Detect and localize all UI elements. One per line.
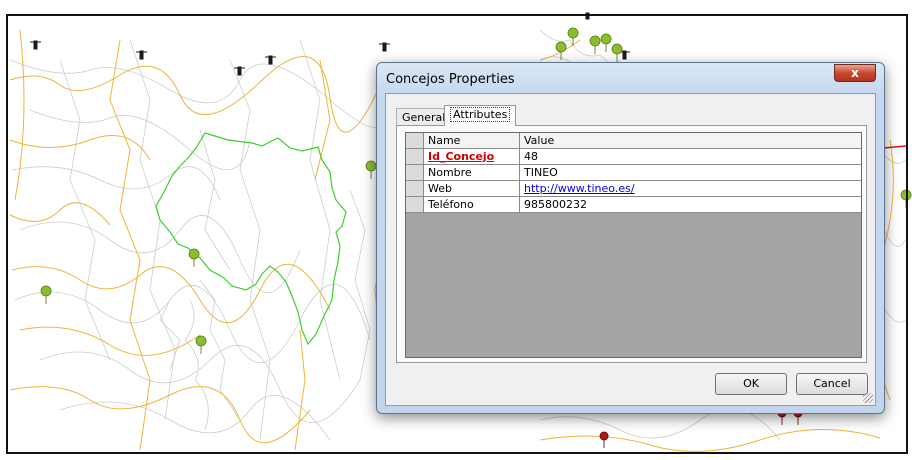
table-row[interactable]: Id_Concejo 48 — [406, 149, 861, 165]
properties-dialog: Concejos Properties x General Attributes… — [376, 62, 885, 414]
field-name: Teléfono — [424, 197, 520, 213]
column-header-value[interactable]: Value — [520, 133, 861, 149]
attributes-grid[interactable]: Name Value Id_Concejo 48 Nombre TINEO We… — [405, 132, 862, 358]
grid-header-row: Name Value — [406, 133, 861, 149]
dialog-titlebar[interactable]: Concejos Properties x — [377, 63, 884, 93]
field-value[interactable]: TINEO — [520, 165, 861, 181]
table-row[interactable]: Teléfono 985800232 — [406, 197, 861, 213]
field-value[interactable]: http://www.tineo.es/ — [520, 181, 861, 197]
table-row[interactable]: Web http://www.tineo.es/ — [406, 181, 861, 197]
resize-grip[interactable] — [863, 393, 873, 403]
row-selector[interactable] — [406, 149, 424, 165]
cancel-button[interactable]: Cancel — [796, 373, 868, 395]
row-selector[interactable] — [406, 165, 424, 181]
field-name: Nombre — [424, 165, 520, 181]
table-row[interactable]: Nombre TINEO — [406, 165, 861, 181]
tab-attributes[interactable]: Attributes — [444, 105, 517, 126]
row-selector[interactable] — [406, 197, 424, 213]
tab-attributes-label: Attributes — [450, 107, 511, 122]
field-value[interactable]: 48 — [520, 149, 861, 165]
close-icon: x — [851, 66, 859, 80]
field-name: Id_Concejo — [424, 149, 520, 165]
ok-button[interactable]: OK — [715, 373, 787, 395]
field-name: Web — [424, 181, 520, 197]
web-link[interactable]: http://www.tineo.es/ — [524, 182, 635, 195]
dialog-client: General Attributes Name Value Id_Concejo… — [385, 93, 876, 406]
lighthouse-icon[interactable] — [585, 12, 590, 20]
row-selector[interactable] — [406, 133, 424, 149]
close-button[interactable]: x — [834, 64, 876, 82]
dialog-title: Concejos Properties — [386, 72, 515, 87]
row-selector[interactable] — [406, 181, 424, 197]
attributes-panel: Name Value Id_Concejo 48 Nombre TINEO We… — [396, 125, 867, 363]
field-value[interactable]: 985800232 — [520, 197, 861, 213]
column-header-name[interactable]: Name — [424, 133, 520, 149]
